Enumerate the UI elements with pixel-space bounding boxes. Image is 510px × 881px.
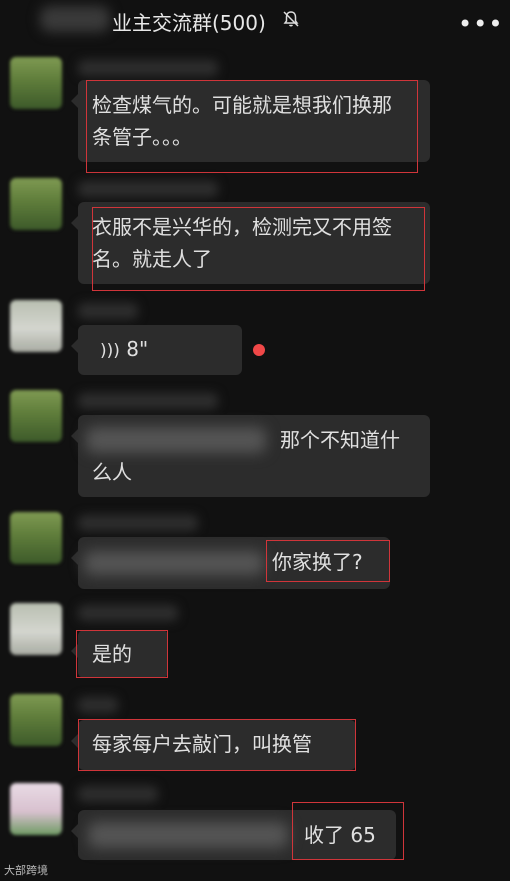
- sender-name-redacted: [78, 393, 218, 409]
- sender-name-redacted: [78, 181, 218, 197]
- avatar[interactable]: [10, 694, 62, 746]
- chat-title[interactable]: 业主交流群(500): [112, 7, 266, 36]
- bell-off-icon: [283, 11, 299, 27]
- voice-message-bubble[interactable]: ))) 8": [71, 325, 242, 375]
- title-redaction: [40, 6, 110, 32]
- message-text-line: 那个不知道什: [280, 428, 400, 452]
- avatar[interactable]: [10, 783, 62, 835]
- highlight-box: [86, 80, 418, 173]
- avatar[interactable]: [10, 390, 62, 442]
- avatar[interactable]: [10, 512, 62, 564]
- avatar[interactable]: [10, 178, 62, 230]
- chat-header: 业主交流群(500) •••: [0, 0, 510, 44]
- highlight-box: [92, 207, 425, 291]
- voice-wave-icon: ))): [100, 341, 120, 361]
- highlight-box: [266, 540, 390, 582]
- avatar[interactable]: [10, 603, 62, 655]
- sender-name-redacted: [78, 605, 178, 621]
- text-redaction: [88, 822, 288, 848]
- text-redaction: [86, 427, 266, 453]
- text-redaction: [84, 551, 264, 575]
- more-dots-icon[interactable]: •••: [458, 10, 503, 38]
- sender-name-redacted: [78, 786, 158, 802]
- message-text-line: 么人: [92, 460, 132, 484]
- unread-dot: [253, 344, 265, 356]
- highlight-box: [292, 802, 404, 860]
- sender-name-redacted: [78, 303, 138, 319]
- avatar[interactable]: [10, 300, 62, 352]
- watermark-text: 大部跨境: [4, 864, 48, 877]
- sender-name-redacted: [78, 697, 118, 713]
- avatar[interactable]: [10, 57, 62, 109]
- highlight-box: [76, 630, 168, 678]
- message-line-wrap: 那个不知道什: [86, 424, 416, 456]
- voice-duration: 8": [126, 337, 149, 361]
- message-bubble[interactable]: 那个不知道什 么人: [71, 415, 430, 497]
- sender-name-redacted: [78, 515, 198, 531]
- highlight-box: [78, 719, 356, 771]
- sender-name-redacted: [78, 60, 218, 76]
